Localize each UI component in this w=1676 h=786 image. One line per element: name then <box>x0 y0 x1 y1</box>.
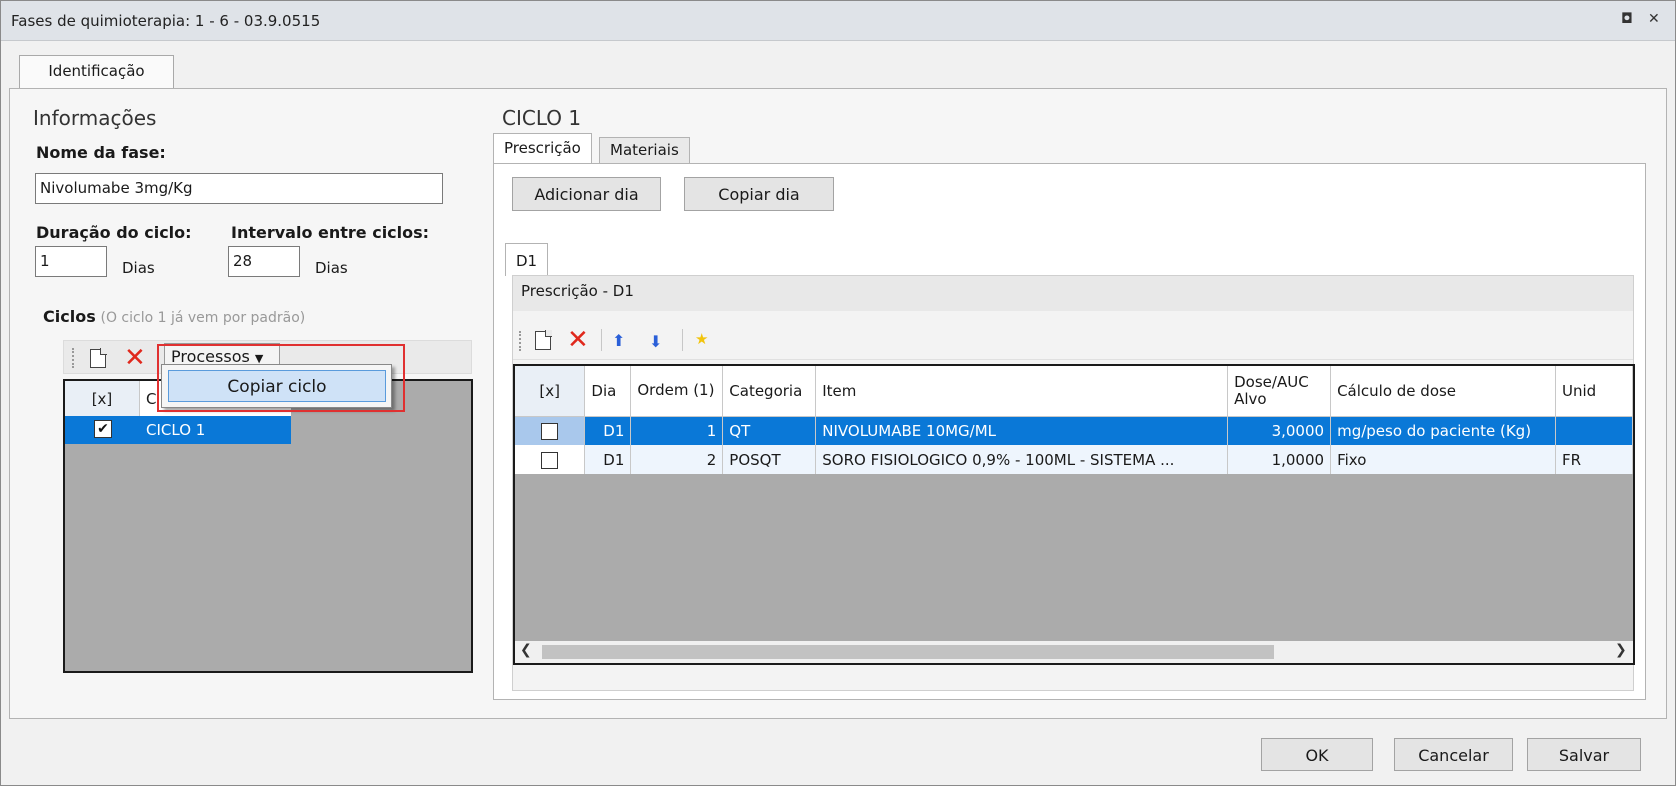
chemo-phase-dialog: Fases de quimioterapia: 1 - 6 - 03.9.051… <box>0 0 1676 786</box>
move-up-icon[interactable]: ⬆ <box>612 331 625 350</box>
col-unid-header[interactable]: Unid <box>1555 366 1633 417</box>
favorite-star-icon[interactable]: ★ <box>695 330 708 348</box>
move-down-icon[interactable]: ⬇ <box>649 332 662 351</box>
col-categoria-header[interactable]: Categoria <box>722 366 817 417</box>
cell-dia: D1 <box>584 416 632 445</box>
col-calculo-header[interactable]: Cálculo de dose <box>1330 366 1557 417</box>
scroll-left-icon[interactable]: ❮ <box>520 642 532 658</box>
prescricao-toolbar: ✕ ⬆ ⬇ ★ <box>513 322 1633 360</box>
delete-icon[interactable]: ✕ <box>567 327 589 353</box>
toolbar-separator <box>601 329 602 351</box>
tab-d1[interactable]: D1 <box>505 243 549 276</box>
ciclo-row-checkbox[interactable]: ✔ <box>94 420 112 438</box>
duracao-label: Duração do ciclo: <box>36 223 192 242</box>
duracao-unit: Dias <box>122 259 155 277</box>
window-title: Fases de quimioterapia: 1 - 6 - 03.9.051… <box>11 12 321 30</box>
tab-materiais[interactable]: Materiais <box>599 137 690 164</box>
scrollbar-thumb[interactable] <box>542 645 1274 659</box>
new-document-icon[interactable] <box>535 330 552 350</box>
d1-panel-title: Prescrição - D1 <box>513 276 1633 311</box>
cell-calculo: Fixo <box>1330 445 1557 474</box>
prescricao-table: [x] Dia Ordem (1) Categoria Item Dose/AU… <box>515 366 1633 474</box>
ciclo-row[interactable]: ✔ CICLO 1 <box>65 416 291 444</box>
cell-unid <box>1555 416 1633 445</box>
ciclos-grid-check-header[interactable]: [x] <box>65 381 140 416</box>
ciclos-hint: (O ciclo 1 já vem por padrão) <box>100 310 306 326</box>
identificacao-panel: Informações Nome da fase: Nivolumabe 3mg… <box>9 88 1667 719</box>
grid-header-row: [x] Dia Ordem (1) Categoria Item Dose/AU… <box>515 366 1633 417</box>
ciclo-heading: CICLO 1 <box>502 106 582 130</box>
restore-icon[interactable]: ◘ <box>1621 11 1633 27</box>
ciclos-label: Ciclos <box>43 307 96 326</box>
row-checkbox[interactable] <box>541 451 559 469</box>
close-icon[interactable]: ✕ <box>1648 11 1660 27</box>
prescricao-panel: Adicionar dia Copiar dia D1 Prescrição -… <box>493 163 1646 700</box>
intervalo-unit: Dias <box>315 259 348 277</box>
row-checkbox[interactable] <box>541 422 559 440</box>
cell-ordem: 2 <box>630 445 724 474</box>
intervalo-label: Intervalo entre ciclos: <box>231 223 430 242</box>
cell-dose: 3,0000 <box>1227 416 1332 445</box>
col-check-header[interactable]: [x] <box>515 366 586 417</box>
tab-prescricao[interactable]: Prescrição <box>493 133 592 164</box>
cell-calculo: mg/peso do paciente (Kg) <box>1330 416 1557 445</box>
copiar-dia-button[interactable]: Copiar dia <box>684 177 834 211</box>
cancelar-button[interactable]: Cancelar <box>1394 738 1513 771</box>
row-checkbox-cell[interactable] <box>515 416 586 445</box>
toolbar-grip <box>72 348 75 368</box>
delete-icon[interactable]: ✕ <box>124 345 146 371</box>
horizontal-scrollbar[interactable]: ❮ ❯ <box>515 641 1633 663</box>
ciclo-row-label: CICLO 1 <box>146 421 206 439</box>
intervalo-field[interactable]: 28 <box>228 246 300 277</box>
toolbar-grip <box>519 331 522 351</box>
prescricao-grid: [x] Dia Ordem (1) Categoria Item Dose/AU… <box>513 364 1635 665</box>
ok-button[interactable]: OK <box>1261 738 1373 771</box>
ciclos-grid: [x] C ✔ CICLO 1 <box>63 379 473 673</box>
cell-categoria: POSQT <box>722 445 817 474</box>
cell-dose: 1,0000 <box>1227 445 1332 474</box>
cell-categoria: QT <box>722 416 817 445</box>
d1-panel: Prescrição - D1 ✕ ⬆ ⬇ ★ [x] Dia Ordem (1… <box>512 275 1635 691</box>
col-ordem-header[interactable]: Ordem (1) <box>630 366 724 417</box>
salvar-button[interactable]: Salvar <box>1527 738 1641 771</box>
cell-item: NIVOLUMABE 10MG/ML <box>815 416 1229 445</box>
cell-unid: FR <box>1555 445 1633 474</box>
cell-item: SORO FISIOLOGICO 0,9% - 100ML - SISTEMA … <box>815 445 1229 474</box>
table-row[interactable]: D1 1 QT NIVOLUMABE 10MG/ML 3,0000 mg/pes… <box>515 416 1633 445</box>
row-checkbox-cell[interactable] <box>515 445 586 474</box>
tab-identificacao[interactable]: Identificação <box>19 55 174 89</box>
col-dose-header[interactable]: Dose/AUC Alvo <box>1227 366 1332 417</box>
ciclos-caption: Ciclos (O ciclo 1 já vem por padrão) <box>43 307 305 326</box>
adicionar-dia-button[interactable]: Adicionar dia <box>512 177 661 211</box>
scroll-right-icon[interactable]: ❯ <box>1615 642 1627 658</box>
col-dia-header[interactable]: Dia <box>584 366 632 417</box>
duracao-field[interactable]: 1 <box>35 246 107 277</box>
highlight-box <box>157 344 405 412</box>
toolbar-separator <box>682 329 683 351</box>
col-item-header[interactable]: Item <box>815 366 1229 417</box>
info-heading: Informações <box>33 106 157 130</box>
cell-ordem: 1 <box>630 416 724 445</box>
new-document-icon[interactable] <box>90 348 107 368</box>
title-bar: Fases de quimioterapia: 1 - 6 - 03.9.051… <box>1 1 1675 41</box>
table-row[interactable]: D1 2 POSQT SORO FISIOLOGICO 0,9% - 100ML… <box>515 445 1633 474</box>
nome-label: Nome da fase: <box>36 143 166 162</box>
cell-dia: D1 <box>584 445 632 474</box>
nome-field[interactable]: Nivolumabe 3mg/Kg <box>35 173 443 204</box>
